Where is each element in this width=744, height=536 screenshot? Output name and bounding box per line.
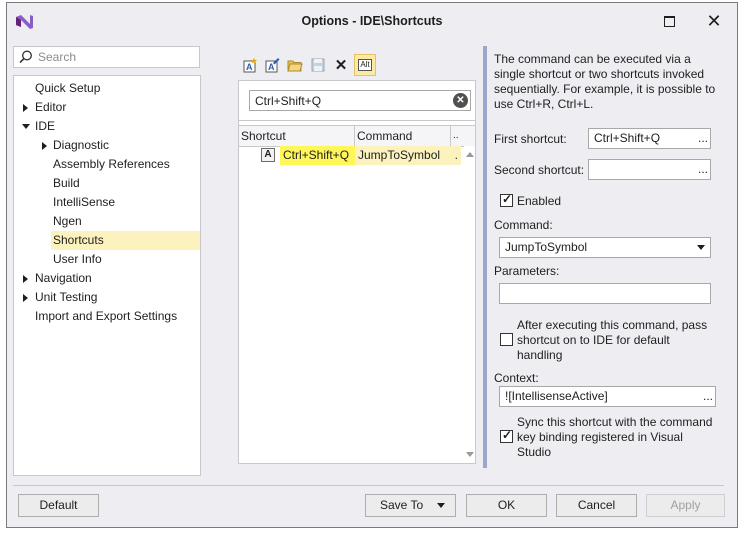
first-shortcut-label: First shortcut:	[494, 132, 567, 146]
row-shortcut: Ctrl+Shift+Q	[280, 146, 355, 165]
check-icon: ✓	[502, 192, 513, 206]
description-text: The command can be executed via a single…	[494, 52, 716, 111]
scroll-down-icon[interactable]	[466, 452, 474, 457]
shortcut-filter-input[interactable]: Ctrl+Shift+Q ✕	[249, 90, 471, 111]
grid-header: Shortcut Command ..	[239, 125, 475, 147]
delete-icon: ✕	[334, 57, 348, 74]
shortcut-type-icon: A	[261, 148, 275, 162]
first-shortcut-browse[interactable]: ...	[698, 129, 708, 148]
alt-toggle-icon: Alt	[358, 59, 372, 71]
second-shortcut-field[interactable]: ...	[588, 159, 711, 180]
chevron-down-icon	[697, 245, 705, 250]
add-shortcut-icon: A	[243, 58, 257, 73]
first-shortcut-field[interactable]: Ctrl+Shift+Q ...	[588, 128, 711, 149]
ok-button[interactable]: OK	[466, 494, 547, 517]
command-label: Command:	[494, 218, 553, 232]
dropdown-arrow-icon	[437, 503, 445, 508]
add-shortcut-button[interactable]: A	[240, 55, 260, 75]
enabled-label: Enabled	[517, 194, 562, 208]
pass-shortcut-checkbox[interactable]	[500, 333, 513, 346]
window-title: Options - IDE\Shortcuts	[301, 14, 443, 28]
alt-toggle-button[interactable]: Alt	[354, 54, 376, 76]
tree-item-intellisense[interactable]: IntelliSense	[53, 193, 115, 212]
cancel-button[interactable]: Cancel	[556, 494, 637, 517]
maximize-icon	[663, 15, 675, 27]
maximize-button[interactable]	[655, 9, 683, 33]
collapse-arrow-icon[interactable]	[22, 124, 30, 129]
open-folder-icon	[287, 60, 303, 72]
shortcuts-grid[interactable]: Shortcut Command .. A Ctrl+Shift+Q JumpT…	[238, 120, 476, 464]
expand-arrow-icon[interactable]	[23, 104, 28, 112]
tree-item-user-info[interactable]: User Info	[53, 250, 102, 269]
save-to-button[interactable]: Save To	[365, 494, 456, 517]
title-bar: Options - IDE\Shortcuts ✕	[7, 3, 737, 40]
column-header-command[interactable]: Command	[355, 126, 451, 146]
tree-item-ide[interactable]: IDE	[35, 117, 55, 136]
apply-button[interactable]: Apply	[646, 494, 725, 517]
search-placeholder: Search	[38, 50, 77, 64]
footer-divider	[13, 485, 724, 486]
tree-item-assembly-references[interactable]: Assembly References	[53, 155, 170, 174]
context-field[interactable]: ![IntellisenseActive] ...	[499, 386, 716, 407]
context-browse[interactable]: ...	[703, 387, 713, 406]
first-shortcut-value: Ctrl+Shift+Q	[594, 131, 661, 145]
expand-arrow-icon[interactable]	[23, 275, 28, 283]
filter-area: Ctrl+Shift+Q ✕	[238, 80, 476, 120]
search-input[interactable]: Search	[13, 46, 200, 68]
tree-item-quick-setup[interactable]: Quick Setup	[35, 79, 100, 98]
parameters-label: Parameters:	[494, 264, 560, 278]
sync-label: Sync this shortcut with the command key …	[517, 415, 713, 459]
enabled-checkbox[interactable]: ✓	[500, 192, 513, 207]
search-icon	[19, 50, 32, 64]
save-to-label: Save To	[380, 498, 424, 512]
command-select[interactable]: JumpToSymbol	[499, 237, 711, 258]
expand-arrow-icon[interactable]	[42, 142, 47, 150]
command-value: JumpToSymbol	[505, 240, 588, 254]
default-button[interactable]: Default	[18, 494, 99, 517]
context-label: Context:	[494, 371, 539, 385]
column-header-shortcut[interactable]: Shortcut	[239, 126, 355, 146]
shortcut-filter-value: Ctrl+Shift+Q	[255, 94, 322, 108]
second-shortcut-label: Second shortcut:	[494, 163, 585, 177]
tree-item-ngen[interactable]: Ngen	[53, 212, 82, 231]
edit-shortcut-button[interactable]: A	[262, 55, 282, 75]
svg-text:A: A	[246, 62, 253, 72]
column-header-more[interactable]: ..	[451, 126, 463, 146]
close-icon: ✕	[706, 10, 722, 31]
tree-item-shortcuts[interactable]: Shortcuts	[51, 231, 200, 250]
tree-item-diagnostic[interactable]: Diagnostic	[53, 136, 109, 155]
row-extra: .	[454, 148, 458, 162]
row-command: JumpToSymbol .	[355, 146, 461, 165]
close-button[interactable]: ✕	[700, 9, 728, 33]
grid-scrollbar[interactable]	[464, 146, 475, 463]
pass-shortcut-label: After executing this command, pass short…	[517, 318, 708, 362]
parameters-input[interactable]	[499, 283, 711, 304]
save-button[interactable]	[308, 55, 328, 75]
tree-item-import-export[interactable]: Import and Export Settings	[35, 307, 177, 326]
open-folder-button[interactable]	[285, 55, 305, 75]
tree-item-navigation[interactable]: Navigation	[35, 269, 92, 288]
options-tree[interactable]: Quick Setup Editor IDE Diagnostic Assemb…	[13, 75, 201, 476]
expand-arrow-icon[interactable]	[23, 294, 28, 302]
row-command-text: JumpToSymbol	[358, 148, 441, 162]
context-value: ![IntellisenseActive]	[505, 389, 608, 403]
tree-item-editor[interactable]: Editor	[35, 98, 66, 117]
tree-item-build[interactable]: Build	[53, 174, 80, 193]
scroll-up-icon[interactable]	[466, 152, 474, 157]
tree-item-unit-testing[interactable]: Unit Testing	[35, 288, 97, 307]
delete-button[interactable]: ✕	[331, 55, 351, 75]
panel-splitter[interactable]	[483, 46, 487, 468]
check-icon: ✓	[502, 428, 513, 442]
sync-checkbox[interactable]: ✓	[500, 428, 513, 443]
edit-shortcut-icon: A	[265, 58, 280, 73]
save-icon	[311, 58, 325, 72]
clear-filter-icon[interactable]: ✕	[453, 93, 468, 108]
table-row[interactable]: A Ctrl+Shift+Q JumpToSymbol .	[239, 146, 461, 165]
second-shortcut-browse[interactable]: ...	[698, 160, 708, 179]
